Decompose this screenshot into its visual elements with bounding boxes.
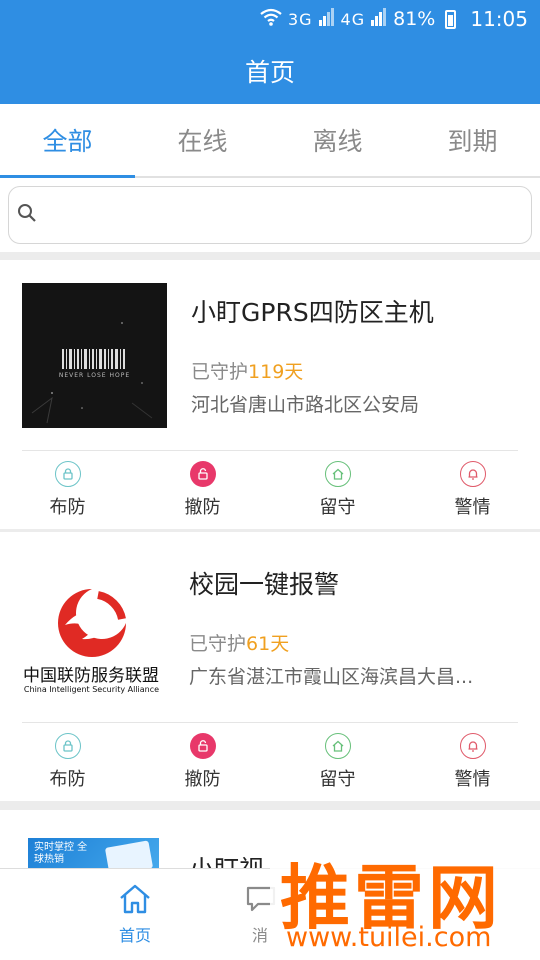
- unlock-icon: [189, 733, 216, 759]
- stay-label: 留守: [319, 769, 356, 790]
- disarm-button[interactable]: 撤防: [135, 723, 270, 801]
- title-bar: 首页: [0, 38, 540, 104]
- home-icon: [324, 733, 351, 759]
- nav-home-label: 首页: [118, 925, 151, 945]
- tab-expired[interactable]: 到期: [405, 104, 540, 176]
- tab-online-label: 在线: [177, 127, 228, 156]
- status-bar: 3G 4G 81% 11:05: [0, 0, 540, 38]
- disarm-label: 撤防: [184, 769, 221, 790]
- device-name: 小盯视: [189, 855, 265, 870]
- lock-icon: [54, 733, 81, 759]
- alarm-label: 警情: [454, 497, 491, 518]
- network-type-3g: 3G: [287, 9, 313, 29]
- signal-icon: [318, 8, 335, 30]
- clock: 11:05: [470, 7, 528, 31]
- device-thumbnail: NEVER LOSE HOPE: [22, 282, 167, 428]
- signal-icon-2: [371, 8, 387, 30]
- guard-prefix: 已守护: [191, 361, 249, 383]
- alarm-button[interactable]: 警情: [405, 451, 540, 529]
- arm-label: 布防: [49, 497, 86, 518]
- thumbnail-caption: 实时掌控 全球热销: [34, 842, 88, 865]
- guard-duration: 已守护61天: [189, 629, 540, 656]
- bell-icon: [459, 461, 486, 487]
- search-input[interactable]: [45, 203, 531, 227]
- stay-label: 留守: [319, 497, 356, 518]
- guard-days: 119天: [248, 361, 304, 383]
- guard-days: 61天: [246, 633, 290, 655]
- alarm-button[interactable]: 警情: [405, 723, 540, 801]
- home-icon: [324, 461, 351, 487]
- action-row: 布防 撤防 留守 警情: [0, 451, 540, 529]
- device-name: 小盯GPRS四防区主机: [191, 298, 434, 327]
- search-box[interactable]: [8, 186, 532, 244]
- guard-prefix: 已守护: [189, 633, 247, 655]
- thumbnail-caption: 中国联防服务联盟: [23, 665, 159, 686]
- nav-home[interactable]: 首页: [0, 869, 270, 960]
- tab-online[interactable]: 在线: [135, 104, 270, 176]
- alarm-label: 警情: [454, 769, 491, 790]
- stay-button[interactable]: 留守: [270, 723, 405, 801]
- tab-all[interactable]: 全部: [0, 104, 135, 178]
- disarm-label: 撤防: [184, 497, 221, 518]
- stay-button[interactable]: 留守: [270, 451, 405, 529]
- action-row: 布防 撤防 留守 警情: [0, 723, 540, 801]
- search-bar: [0, 178, 540, 252]
- page-title: 首页: [244, 58, 295, 87]
- disarm-button[interactable]: 撤防: [135, 451, 270, 529]
- arm-label: 布防: [49, 769, 86, 790]
- thumbnail-subcaption: China Intelligent Security Alliance: [23, 684, 160, 694]
- device-thumbnail: 实时掌控 全球热销: [28, 838, 159, 870]
- filter-tabs: 全部 在线 离线 到期: [0, 104, 540, 178]
- tab-offline-label: 离线: [312, 127, 363, 156]
- device-card[interactable]: NEVER LOSE HOPE 小盯GPRS四防区主机 已守护119天 河北省唐…: [0, 260, 540, 529]
- device-address: 广东省湛江市霞山区海滨昌大昌...: [189, 666, 474, 688]
- device-address: 河北省唐山市路北区公安局: [191, 394, 420, 416]
- tab-expired-label: 到期: [447, 127, 498, 156]
- lock-icon: [54, 461, 81, 487]
- device-thumbnail: 中国联防服务联盟 China Intelligent Security Alli…: [20, 554, 165, 700]
- arm-button[interactable]: 布防: [0, 451, 135, 529]
- device-name: 校园一键报警: [189, 570, 340, 599]
- network-type-4g: 4G: [340, 9, 366, 29]
- home-icon: [118, 884, 152, 922]
- wifi-icon: [260, 8, 282, 30]
- tab-offline[interactable]: 离线: [270, 104, 405, 176]
- device-card[interactable]: 中国联防服务联盟 China Intelligent Security Alli…: [0, 532, 540, 801]
- unlock-icon: [189, 461, 216, 487]
- bell-icon: [459, 733, 486, 759]
- tab-all-label: 全部: [42, 127, 93, 156]
- search-icon: [17, 203, 37, 227]
- battery-icon: [445, 9, 457, 29]
- arm-button[interactable]: 布防: [0, 723, 135, 801]
- watermark-url: www.tuilei.com: [286, 922, 492, 953]
- battery-percent: 81%: [393, 8, 436, 30]
- nav-messages-label: 消: [252, 925, 269, 945]
- guard-duration: 已守护119天: [191, 357, 540, 384]
- thumbnail-caption: NEVER LOSE HOPE: [58, 371, 131, 379]
